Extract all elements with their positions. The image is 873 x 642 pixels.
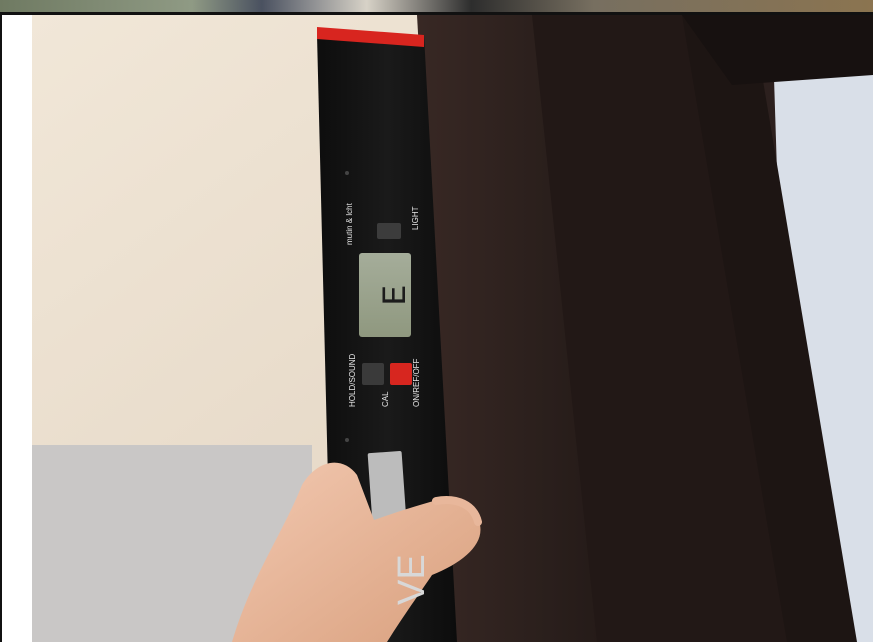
light-label: LIGHT	[411, 206, 420, 230]
screw-hole-top	[345, 171, 349, 175]
top-thumbnail-strip	[0, 0, 873, 12]
lcd-digit: E	[378, 285, 416, 305]
hold-button[interactable]	[362, 363, 384, 385]
on-off-button[interactable]	[390, 363, 412, 385]
brand-text: VE	[391, 554, 433, 605]
photo-scene: E mutin & lcht LIGHT HOLD/SOUND CAL ON/R…	[32, 15, 873, 642]
hold-label: HOLD/SOUND	[348, 353, 357, 407]
onoff-label: ON/REF/OFF	[412, 358, 421, 407]
mute-label: mutin & lcht	[345, 202, 354, 245]
light-button[interactable]	[377, 223, 401, 239]
screw-hole-bottom	[345, 438, 349, 442]
digital-level-photo: E mutin & lcht LIGHT HOLD/SOUND CAL ON/R…	[32, 15, 873, 642]
cal-label: CAL	[381, 391, 390, 407]
